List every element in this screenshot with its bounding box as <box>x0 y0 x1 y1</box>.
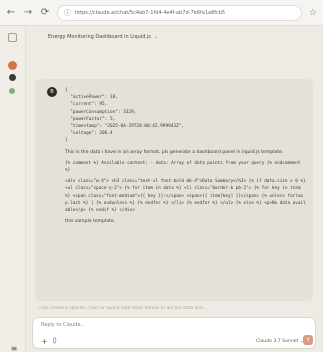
chevron-down-icon[interactable]: ⌄ <box>154 34 158 40</box>
template-comment: {% comment %} Available content: - data:… <box>65 160 301 174</box>
back-icon[interactable]: ← <box>6 7 16 18</box>
forward-icon[interactable]: → <box>23 7 33 18</box>
composer: + ⩇ Claude 3.7 Sonnet ⌄ ↑ <box>32 317 316 349</box>
claude-logo-icon[interactable] <box>8 61 17 70</box>
message-body: { "activePower": 18, "current": 95, "pow… <box>65 87 307 225</box>
send-button[interactable]: ↑ <box>303 335 313 345</box>
left-sidebar: ≡ <box>0 26 26 352</box>
bookmark-star-icon[interactable]: ☆ <box>309 8 317 18</box>
json-line: "activePower": 18, <box>65 95 118 101</box>
chat-title[interactable]: Energy Monitoring Dashboard in Liquid.js <box>48 34 151 40</box>
recent-chat-icon[interactable] <box>9 74 16 81</box>
json-line: } <box>65 138 68 144</box>
site-info-icon[interactable]: ⓘ <box>64 8 71 18</box>
url-text: https://claude.ai/chat/5c4ab7-1fd4-4e4f-… <box>75 9 226 16</box>
user-message: B { "activePower": 18, "current": 95, "p… <box>35 79 313 301</box>
json-line: "timestamp": "2025-04-29T20:00:42.999943… <box>65 124 184 130</box>
tools-icon[interactable]: ⩇ <box>53 337 56 346</box>
add-icon[interactable]: + <box>41 337 48 346</box>
assistant-preview-text: I can create a specific chart or layout … <box>38 306 207 311</box>
json-line: "voltage": 206.4 <box>65 131 113 137</box>
status-dot-icon <box>9 88 15 94</box>
new-chat-icon[interactable] <box>8 33 17 42</box>
reply-input[interactable] <box>41 322 241 328</box>
model-selector[interactable]: Claude 3.7 Sonnet ⌄ <box>256 339 304 344</box>
json-line: "current": 95, <box>65 102 108 108</box>
reload-icon[interactable]: ⟳ <box>40 7 50 18</box>
json-line: { <box>65 88 68 93</box>
chat-header: Energy Monitoring Dashboard in Liquid.js… <box>26 26 323 48</box>
browser-toolbar: ← → ⟳ ⓘ https://claude.ai/chat/5c4ab7-1f… <box>0 0 323 26</box>
address-bar[interactable]: ⓘ https://claude.ai/chat/5c4ab7-1fd4-4e4… <box>57 4 302 21</box>
json-line: "powerFactor": 5, <box>65 116 116 122</box>
template-code: <div class="w-4"> <h3 class="text-xl fon… <box>65 179 306 214</box>
message-paragraph: This is the data i have in an array form… <box>65 149 284 155</box>
menu-icon[interactable]: ≡ <box>8 342 20 352</box>
message-paragraph: this sample template. <box>65 219 116 225</box>
avatar: B <box>47 87 57 97</box>
json-line: "powerConsumption": 3329, <box>65 109 137 115</box>
